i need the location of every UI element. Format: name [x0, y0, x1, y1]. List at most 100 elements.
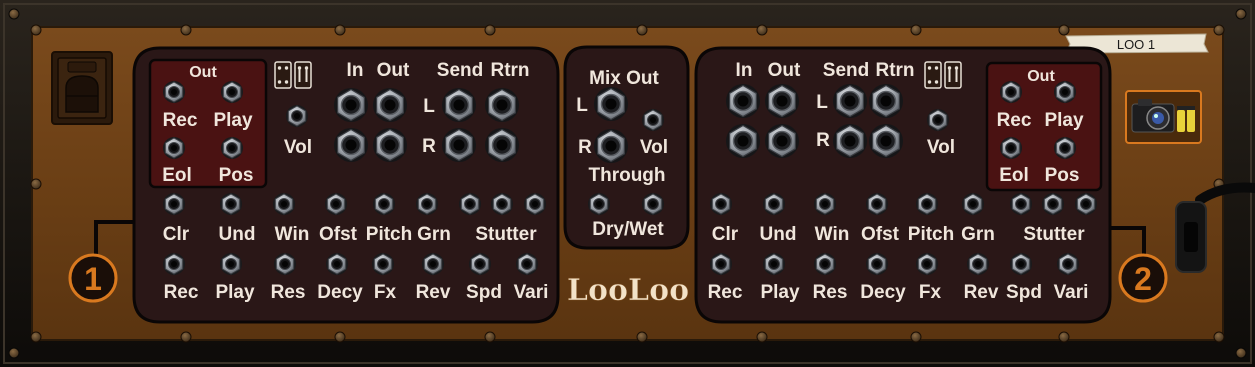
side-2-row2-jack-1[interactable] — [763, 253, 785, 275]
screw-icon — [334, 24, 346, 36]
side-1-row2-jack-4[interactable] — [372, 253, 394, 275]
side-1-out-eol-label: Eol — [162, 165, 192, 186]
side-1-out-l-jack[interactable] — [373, 88, 407, 122]
side-1-vol-jack[interactable] — [286, 105, 308, 127]
side-2-row2-label-0: Rec — [708, 282, 743, 303]
side-1-row1-jack-8[interactable] — [524, 193, 546, 215]
side-2-row2-jack-5[interactable] — [967, 253, 989, 275]
side-2-row1-jack-2[interactable] — [814, 193, 836, 215]
side-1-row2-jack-3[interactable] — [326, 253, 348, 275]
mix-vol-jack[interactable] — [642, 109, 664, 131]
side-2-out-eol-jack[interactable] — [1000, 137, 1022, 159]
side-2-out-play-jack[interactable] — [1054, 81, 1076, 103]
side-1-out-pos-jack[interactable] — [221, 137, 243, 159]
side-1-row1-jack-6[interactable] — [459, 193, 481, 215]
mix-drywet-jack[interactable] — [642, 193, 664, 215]
side-2-out-play-label: Play — [1044, 110, 1084, 131]
side-2-out-title: Out — [1027, 68, 1055, 85]
side-2-row2-jack-3[interactable] — [866, 253, 888, 275]
side-1-out-eol-jack[interactable] — [163, 137, 185, 159]
side-2-row1-jack-3[interactable] — [866, 193, 888, 215]
side-2-row2-jack-7[interactable] — [1057, 253, 1079, 275]
camera-snapshot-icon[interactable] — [1125, 90, 1202, 144]
side-2-row1-jack-8[interactable] — [1075, 193, 1097, 215]
side-2-row2-jack-6[interactable] — [1010, 253, 1032, 275]
side-2-row1-jack-4[interactable] — [916, 193, 938, 215]
side-1-row1-jack-3[interactable] — [325, 193, 347, 215]
side-1-row2-label-0: Rec — [164, 282, 199, 303]
side-1-out-play-jack[interactable] — [221, 81, 243, 103]
side-2-send-r-jack[interactable] — [833, 124, 867, 158]
side-2-row1-jack-7[interactable] — [1042, 193, 1064, 215]
side-2-row2-jack-2[interactable] — [814, 253, 836, 275]
screw-icon — [334, 331, 346, 343]
side-1-send-l-jack[interactable] — [442, 88, 476, 122]
side-2-row1-jack-0[interactable] — [710, 193, 732, 215]
side-1-row1-label-4: Pitch — [366, 224, 412, 245]
side-1-row2-label-5: Rev — [416, 282, 451, 303]
side-1-row2-label-7: Vari — [514, 282, 549, 303]
side-1-send-r-jack[interactable] — [442, 128, 476, 162]
screw-icon — [910, 24, 922, 36]
side-2-row1-jack-5[interactable] — [962, 193, 984, 215]
side-2-out-pos-jack[interactable] — [1054, 137, 1076, 159]
side-2-number: 2 — [1134, 261, 1152, 297]
side-2-in-l-jack[interactable] — [726, 84, 760, 118]
side-1-row1-label-0: Clr — [163, 224, 190, 245]
mix-through-jack[interactable] — [588, 193, 610, 215]
side-1-out-r-jack[interactable] — [373, 128, 407, 162]
side-1-out-rec-jack[interactable] — [163, 81, 185, 103]
side-1-row1-jack-4[interactable] — [373, 193, 395, 215]
side-2-out-header: Out — [768, 60, 801, 81]
side-1-row1-label-1: Und — [219, 224, 256, 245]
side-1-row2-jack-1[interactable] — [220, 253, 242, 275]
side-1-row2-jack-5[interactable] — [422, 253, 444, 275]
mix-r-label: R — [578, 137, 592, 158]
screw-icon — [1235, 347, 1247, 359]
side-1-rtrn-l-jack[interactable] — [485, 88, 519, 122]
side-2-row2-jack-4[interactable] — [916, 253, 938, 275]
side-1-in-r-jack[interactable] — [334, 128, 368, 162]
side-1-in-l-jack[interactable] — [334, 88, 368, 122]
side-1-row1-jack-0[interactable] — [163, 193, 185, 215]
looloo-logo-text: LooLoo — [567, 273, 689, 308]
side-1-row2-label-6: Spd — [466, 282, 502, 303]
side-2-row2-jack-0[interactable] — [710, 253, 732, 275]
side-2-send-l-jack[interactable] — [833, 84, 867, 118]
side-1-row2-jack-6[interactable] — [469, 253, 491, 275]
side-1-row1-jack-2[interactable] — [273, 193, 295, 215]
side-2-r-label: R — [816, 130, 830, 151]
side-2-row1-jack-6[interactable] — [1010, 193, 1032, 215]
side-2-out-l-jack[interactable] — [765, 84, 799, 118]
side-1-row2-jack-0[interactable] — [163, 253, 185, 275]
side-1-row2-jack-2[interactable] — [274, 253, 296, 275]
side-1-rtrn-r-jack[interactable] — [485, 128, 519, 162]
side-2-vol-label: Vol — [927, 137, 955, 158]
screw-icon — [1213, 24, 1225, 36]
side-2-vol-jack[interactable] — [927, 109, 949, 131]
side-1-row1-jack-5[interactable] — [416, 193, 438, 215]
side-1-row1-jack-1[interactable] — [220, 193, 242, 215]
side-2-in-r-jack[interactable] — [726, 124, 760, 158]
power-switch-icon[interactable] — [51, 51, 113, 125]
side-2-rtrn-r-jack[interactable] — [869, 124, 903, 158]
side-2-row1-jack-1[interactable] — [763, 193, 785, 215]
side-2-out-r-jack[interactable] — [765, 124, 799, 158]
screw-icon — [910, 331, 922, 343]
mix-out-r-jack[interactable] — [594, 129, 628, 163]
mix-out-l-jack[interactable] — [594, 87, 628, 121]
side-1-row2-jack-7[interactable] — [516, 253, 538, 275]
name-tape-label: LOO 1 — [1117, 37, 1155, 52]
looloo-logo: LooLoo — [567, 273, 690, 309]
side-2-send-header: Send — [823, 60, 869, 81]
side-1-vol-label: Vol — [284, 137, 312, 158]
side-2-out-rec-jack[interactable] — [1000, 81, 1022, 103]
screw-icon — [1213, 331, 1225, 343]
screw-icon — [180, 331, 192, 343]
mix-drywet-label: Dry/Wet — [592, 219, 664, 240]
side-1-row2-label-3: Decy — [317, 282, 363, 303]
screw-icon — [8, 347, 20, 359]
side-2-rtrn-l-jack[interactable] — [869, 84, 903, 118]
side-1-row1-label-3: Ofst — [319, 224, 358, 245]
side-1-row1-jack-7[interactable] — [491, 193, 513, 215]
